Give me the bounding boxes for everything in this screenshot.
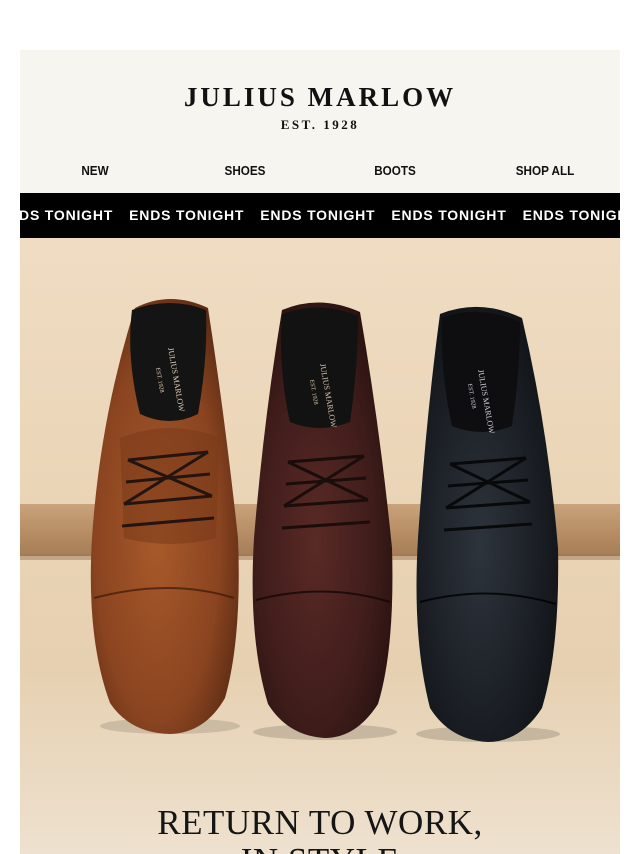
hero-headline[interactable]: RETURN TO WORK, IN STYLE xyxy=(20,804,620,854)
nav-item-shoes[interactable]: SHOES xyxy=(178,160,313,182)
ticker-item: ENDS TONIGHT xyxy=(129,207,245,223)
ticker-track: ENDS TONIGHT ENDS TONIGHT ENDS TONIGHT ENDS… xyxy=(20,193,620,238)
ticker-item: ENDS TONIGHT xyxy=(391,207,507,223)
email-container: JULIUS MARLOW EST. 1928 NEW SHOES BOOTS … xyxy=(20,50,620,854)
hero-banner[interactable]: JULIUS MARLOW EST. 1928 JULIUS MARLOW ES… xyxy=(20,238,620,854)
hero-headline-line2: IN STYLE xyxy=(20,842,620,854)
hero-image[interactable]: JULIUS MARLOW EST. 1928 JULIUS MARLOW ES… xyxy=(20,238,620,854)
brand-logo[interactable]: JULIUS MARLOW xyxy=(20,83,620,111)
brand-tagline: EST. 1928 xyxy=(280,117,360,132)
dark-brown-shoe: JULIUS MARLOW EST. 1928 xyxy=(252,302,397,740)
ticker-item: ENDS TONIGHT xyxy=(522,207,620,223)
promo-ticker-banner[interactable]: ENDS TONIGHT ENDS TONIGHT ENDS TONIGHT ENDS… xyxy=(20,193,620,238)
hero-headline-line1: RETURN TO WORK, xyxy=(157,803,483,842)
nav-item-new[interactable]: NEW xyxy=(28,160,163,182)
ticker-item: ENDS TONIGHT xyxy=(260,207,376,223)
nav-item-shop-all[interactable]: SHOP ALL xyxy=(478,160,613,182)
main-nav: NEW SHOES BOOTS SHOP ALL xyxy=(20,160,620,182)
black-shoe: JULIUS MARLOW EST. 1928 xyxy=(416,306,560,742)
nav-item-boots[interactable]: BOOTS xyxy=(328,160,463,182)
ticker-item: ENDS TONIGHT xyxy=(20,207,114,223)
tan-shoe: JULIUS MARLOW EST. 1928 xyxy=(90,299,240,734)
brand-header[interactable]: JULIUS MARLOW EST. 1928 xyxy=(20,83,620,133)
